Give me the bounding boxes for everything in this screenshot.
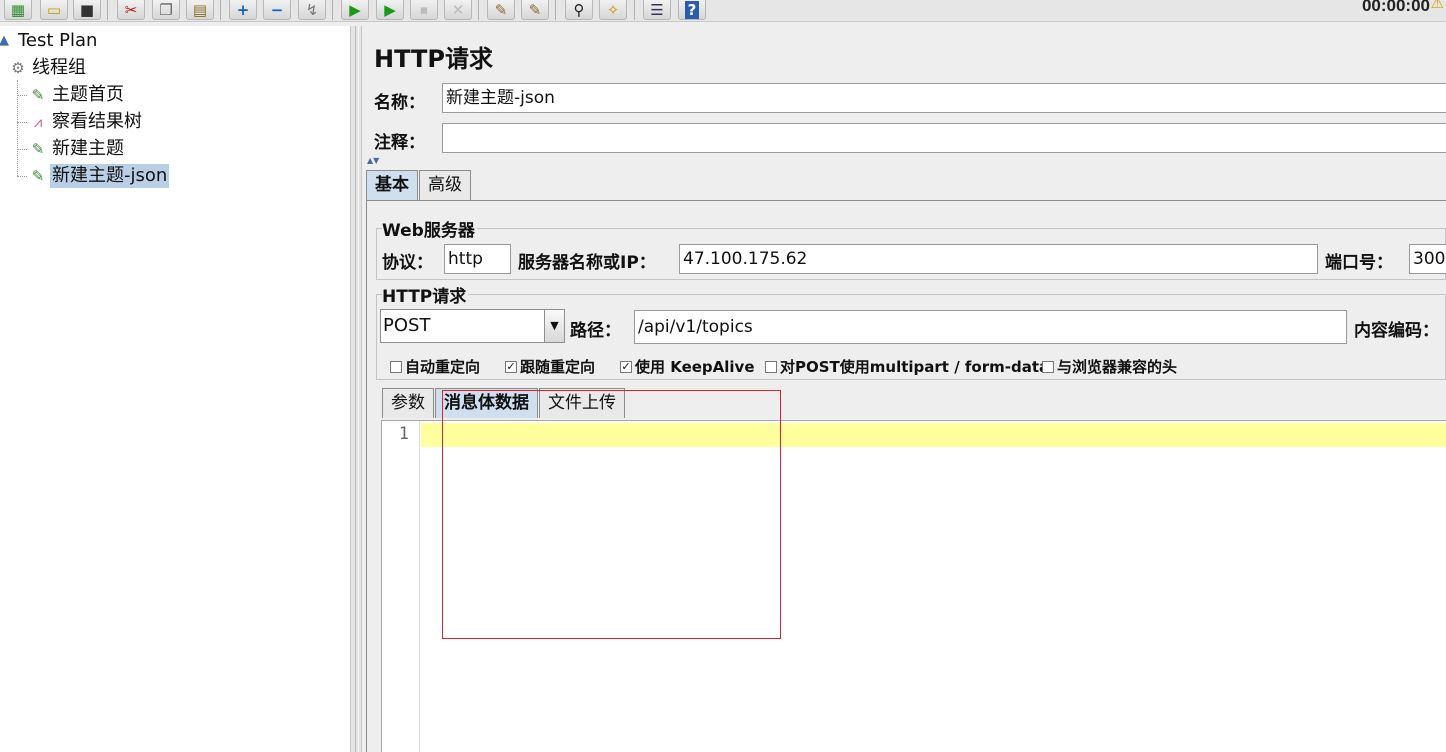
tree-connector: [17, 122, 27, 123]
method-value: POST: [383, 315, 431, 336]
web-server-legend: Web服务器: [382, 216, 477, 241]
name-field[interactable]: 新建主题-json: [442, 83, 1446, 113]
test-plan-tree[interactable]: ▲ Test Plan ⚙ 线程组 ✎ 主题首页 ⩘ 察看结果树 ✎ 新建主题 …: [0, 26, 350, 752]
test-plan-icon: ▲: [0, 33, 9, 48]
collapse-icon[interactable]: −: [263, 0, 291, 20]
comment-field[interactable]: [442, 123, 1446, 153]
gear-icon: ⚙: [11, 59, 25, 77]
auto-redirect-checkbox[interactable]: 自动重定向: [390, 356, 480, 377]
main-tabs: 基本 高级: [366, 170, 472, 200]
current-line-highlight: [421, 423, 1446, 447]
clear-all-icon[interactable]: ✎: [521, 0, 549, 20]
copy-icon[interactable]: ❐: [152, 0, 180, 20]
line-number-gutter: 1: [382, 421, 420, 752]
tab-body-data[interactable]: 消息体数据: [435, 388, 538, 418]
path-label: 路径：: [570, 321, 621, 341]
sampler-pipette-icon: ✎: [31, 140, 45, 158]
sampler-pipette-icon: ✎: [31, 86, 45, 104]
tree-node-thread-group[interactable]: ⚙ 线程组: [8, 56, 88, 80]
multipart-checkbox[interactable]: 对POST使用multipart / form-data: [765, 356, 1049, 377]
reset-search-icon[interactable]: ✧: [599, 0, 627, 20]
stop-icon[interactable]: ⏹: [410, 0, 438, 20]
body-tabs: 参数 消息体数据 文件上传: [382, 388, 626, 418]
chevron-down-icon[interactable]: ▼: [544, 310, 564, 342]
toolbar-separator: [332, 0, 333, 20]
checkbox-box: [765, 360, 777, 373]
tree-node-sampler[interactable]: ✎ 主题首页: [28, 83, 126, 107]
checkmark-icon: ✓: [505, 359, 517, 373]
save-icon[interactable]: ■: [73, 0, 101, 20]
protocol-label: 协议：: [382, 253, 433, 273]
body-data-editor[interactable]: 1: [381, 420, 1446, 752]
port-label: 端口号：: [1325, 253, 1393, 273]
help-icon[interactable]: ?: [678, 0, 706, 20]
follow-redirect-checkbox[interactable]: ✓ 跟随重定向: [505, 356, 595, 377]
tree-node-sampler-selected[interactable]: ✎ 新建主题-json: [28, 164, 170, 188]
port-field[interactable]: 3000: [1409, 244, 1446, 274]
browser-headers-checkbox[interactable]: 与浏览器兼容的头: [1042, 356, 1177, 377]
toggle-icon[interactable]: ↯: [298, 0, 326, 20]
toolbar-separator: [220, 0, 221, 20]
tree-node-test-plan[interactable]: ▲ Test Plan: [0, 29, 99, 53]
search-icon[interactable]: ⚲: [565, 0, 593, 20]
line-number: 1: [398, 424, 409, 444]
http-request-panel: HTTP请求 名称： 新建主题-json 注释： ▲▼ 基本 高级 Web服务器…: [364, 26, 1446, 752]
checkbox-box: [390, 360, 402, 373]
method-select[interactable]: POST ▼: [380, 309, 565, 343]
clear-icon[interactable]: ✎: [487, 0, 515, 20]
tab-file-upload[interactable]: 文件上传: [539, 388, 625, 418]
start-icon[interactable]: ▶: [341, 0, 369, 20]
tab-parameters[interactable]: 参数: [382, 388, 434, 418]
template-icon[interactable]: ▦: [4, 0, 32, 20]
server-label: 服务器名称或IP：: [518, 253, 656, 273]
server-field[interactable]: 47.100.175.62: [679, 244, 1318, 274]
toolbar-separator: [478, 0, 479, 20]
tree-connector: [17, 95, 27, 96]
start-no-pause-icon[interactable]: ▶: [376, 0, 404, 20]
warning-icon[interactable]: ⚠: [1431, 0, 1444, 12]
open-icon[interactable]: ▭: [40, 0, 68, 20]
tree-connector: [17, 149, 27, 150]
collapse-arrows-icon[interactable]: ▲▼: [367, 156, 379, 165]
tab-advanced[interactable]: 高级: [419, 170, 471, 200]
checkmark-icon: ✓: [620, 359, 632, 373]
checkbox-box: [1042, 360, 1054, 373]
listener-chart-icon: ⩘: [33, 113, 43, 131]
tree-node-listener[interactable]: ⩘ 察看结果树: [28, 110, 144, 134]
split-pane-divider[interactable]: [350, 26, 362, 752]
toolbar-separator: [634, 0, 635, 20]
tree-connector: [17, 176, 27, 177]
comment-label: 注释：: [374, 133, 425, 153]
toolbar-separator: [555, 0, 556, 20]
sampler-pipette-icon: ✎: [31, 167, 45, 185]
elapsed-timer: 00:00:00: [1361, 0, 1430, 15]
toolbar: ▦ ▭ ■ ✂ ❐ ▤ + − ↯ ▶ ▶ ⏹ ✕ ✎ ✎ ⚲ ✧ ☰ ? 00…: [0, 0, 1446, 22]
shutdown-icon[interactable]: ✕: [444, 0, 472, 20]
expand-icon[interactable]: +: [229, 0, 257, 20]
http-request-legend: HTTP请求: [382, 282, 469, 307]
toolbar-separator: [107, 0, 108, 20]
cut-icon[interactable]: ✂: [117, 0, 145, 20]
tree-node-sampler[interactable]: ✎ 新建主题: [28, 137, 126, 161]
paste-icon[interactable]: ▤: [186, 0, 214, 20]
tab-basic[interactable]: 基本: [366, 170, 418, 200]
keepalive-checkbox[interactable]: ✓ 使用 KeepAlive: [620, 356, 755, 377]
path-field[interactable]: /api/v1/topics: [634, 310, 1347, 344]
protocol-field[interactable]: http: [444, 244, 511, 274]
encoding-label: 内容编码：: [1354, 321, 1439, 341]
page-title: HTTP请求: [374, 45, 493, 73]
name-label: 名称：: [374, 93, 425, 113]
function-helper-icon[interactable]: ☰: [643, 0, 671, 20]
